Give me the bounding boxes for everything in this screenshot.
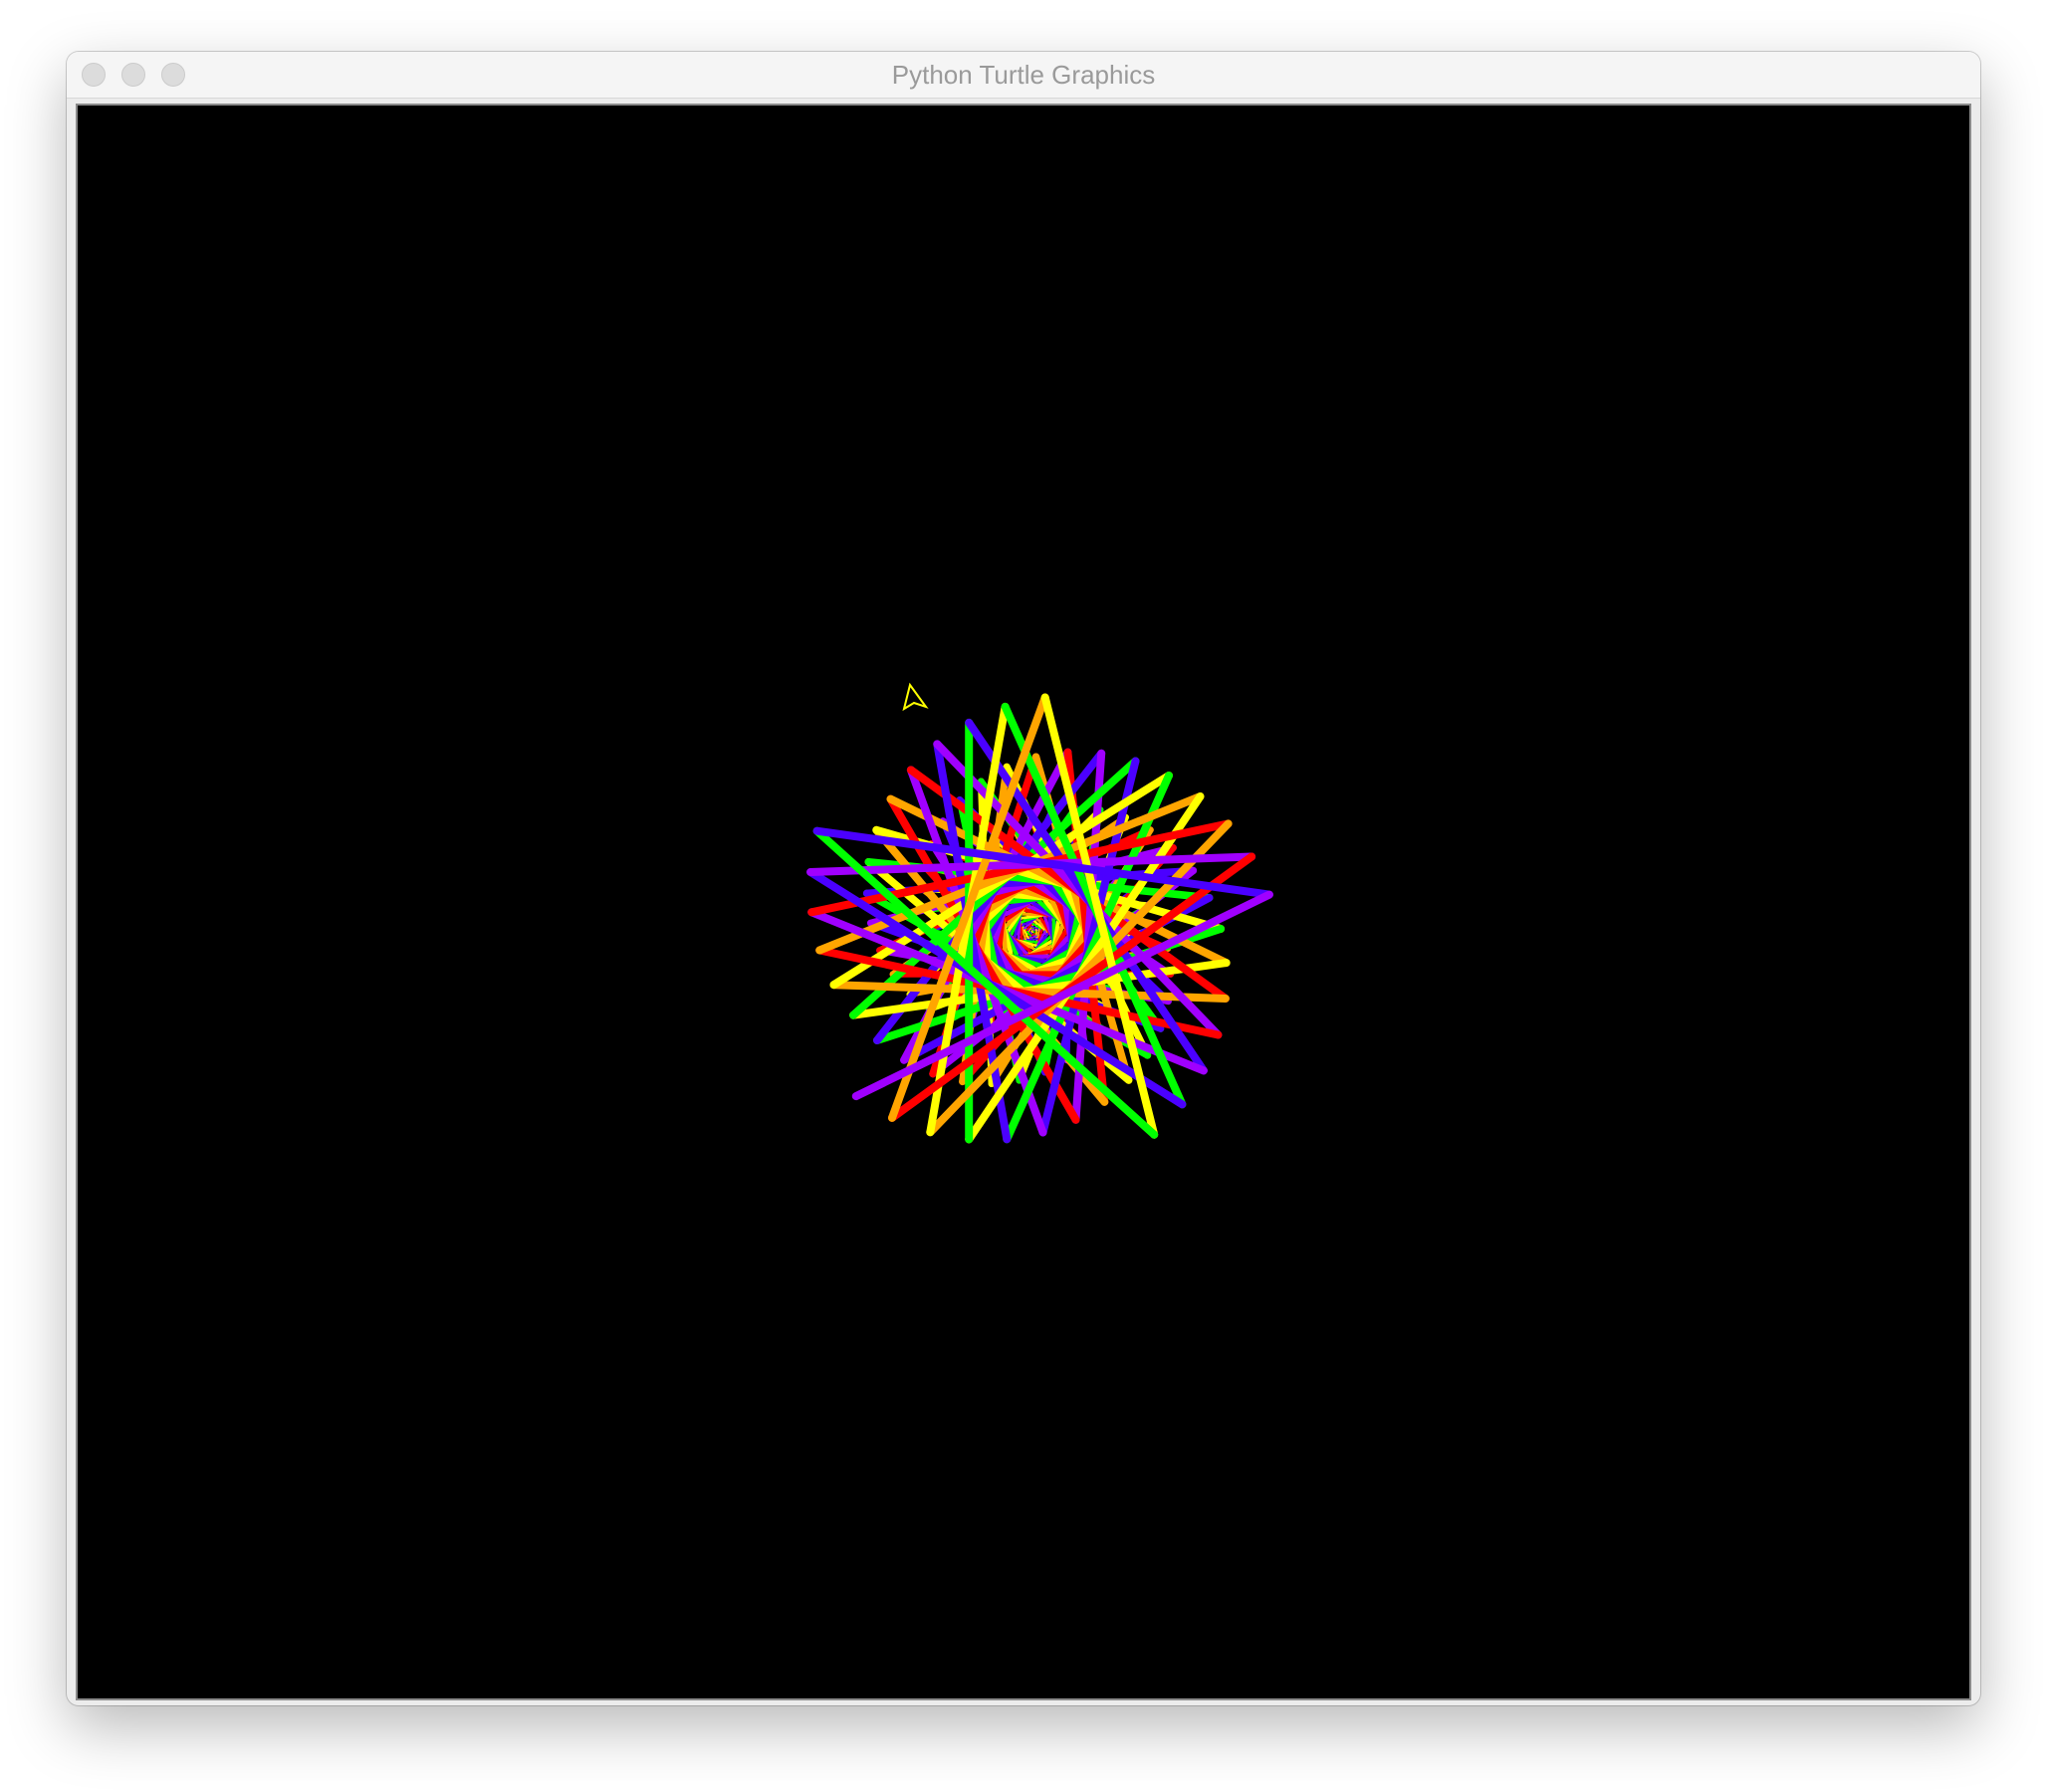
turtle-arrow-icon	[902, 682, 929, 712]
turtle-icon	[902, 682, 929, 712]
spiral-drawing	[806, 682, 1273, 1144]
turtle-window: Python Turtle Graphics	[67, 52, 1980, 1705]
title-bar[interactable]: Python Turtle Graphics	[67, 52, 1980, 99]
spiral-lines	[806, 693, 1273, 1144]
turtle-canvas[interactable]	[76, 104, 1971, 1700]
window-title: Python Turtle Graphics	[891, 60, 1156, 90]
